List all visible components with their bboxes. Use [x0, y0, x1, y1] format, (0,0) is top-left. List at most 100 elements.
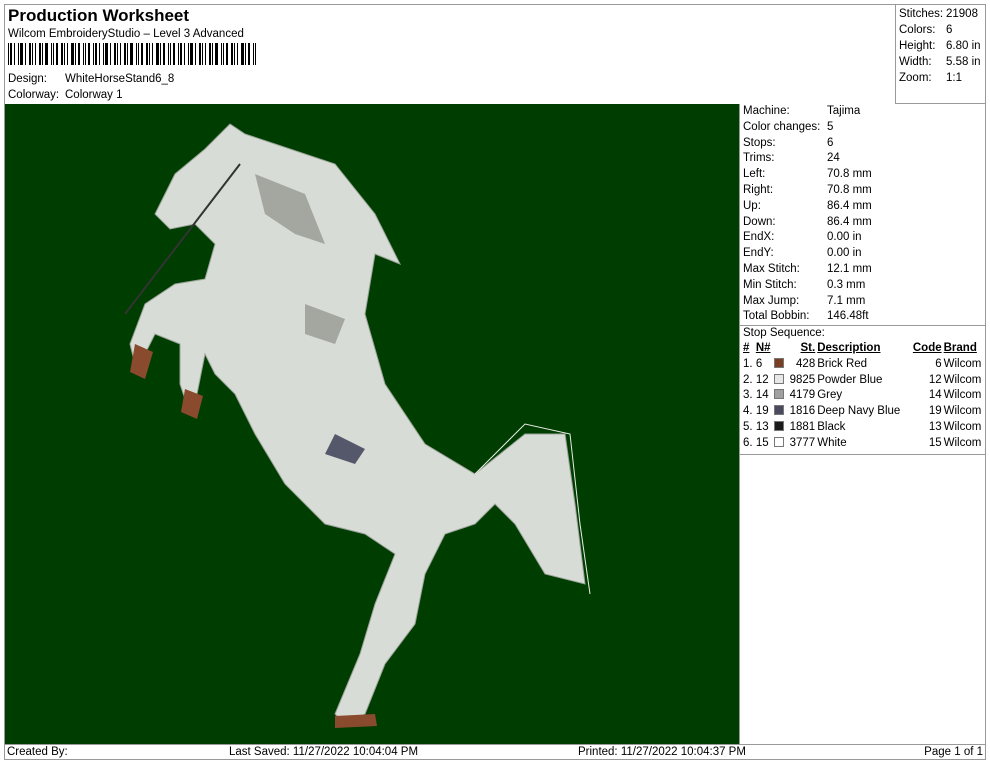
machine-row: Trims: 24 — [740, 151, 986, 167]
machine-label: EndX: — [743, 231, 775, 244]
machine-value: 86.4 mm — [827, 199, 872, 212]
color-swatch — [774, 357, 785, 368]
stat-row: Stitches: 21908 — [899, 6, 986, 22]
stop-num: 4. — [743, 405, 753, 418]
machine-label: Down: — [743, 215, 776, 228]
machine-row: EndY: 0.00 in — [740, 246, 986, 262]
stop-num: 2. — [743, 373, 753, 386]
machine-label: Color changes: — [743, 120, 821, 133]
machine-label: Right: — [743, 183, 774, 196]
col-brand: Brand — [943, 341, 977, 354]
stats-box: Stitches: 21908 Colors: 6 Height: 6.80 in Widt… — [895, 4, 986, 104]
color-description: Black — [817, 420, 846, 433]
color-code: 14 — [928, 389, 942, 402]
color-code: 12 — [928, 373, 942, 386]
thread-brand: Wilcom — [943, 357, 982, 370]
color-code: 15 — [928, 436, 942, 449]
machine-label: Trims: — [743, 152, 775, 165]
barcode — [8, 43, 258, 65]
stitch-count: 428 — [796, 357, 816, 370]
stitch-count: 1881 — [789, 420, 816, 433]
machine-value: 146.48ft — [827, 310, 869, 323]
color-description: White — [817, 436, 847, 449]
machine-label: Max Jump: — [743, 294, 800, 307]
machine-value: 0.00 in — [827, 231, 862, 244]
stop-row: 2. 12 9825 Powder Blue 12 Wilcom — [740, 373, 986, 389]
stat-row: Width: 5.58 in — [899, 54, 986, 70]
machine-label: Total Bobbin: — [743, 310, 810, 323]
machine-label: Max Stitch: — [743, 262, 800, 275]
stat-value: 21908 — [946, 8, 978, 20]
stop-sequence-label: Stop Sequence: — [740, 325, 986, 341]
stat-value: 6 — [946, 24, 953, 36]
stat-label: Zoom: — [899, 72, 932, 84]
stitch-count: 4179 — [789, 389, 816, 402]
machine-row: Max Stitch: 12.1 mm — [740, 262, 986, 278]
stop-row: 6. 15 3777 White 15 Wilcom — [740, 436, 986, 452]
col-code: Code — [912, 341, 942, 354]
machine-value: 6 — [827, 136, 834, 149]
machine-row: Total Bobbin: 146.48ft — [740, 309, 986, 325]
col-n: N# — [755, 341, 771, 354]
col-desc: Description — [817, 341, 881, 354]
col-st: St. — [800, 341, 816, 354]
machine-label: EndY: — [743, 247, 774, 260]
stitch-count: 9825 — [789, 373, 816, 386]
color-swatch — [774, 405, 785, 416]
footer: Created By: Last Saved: 11/27/2022 10:04… — [5, 744, 986, 760]
color-description: Brick Red — [817, 357, 868, 370]
machine-value: 7.1 mm — [827, 294, 866, 307]
machine-label: Min Stitch: — [743, 278, 797, 291]
thread-brand: Wilcom — [943, 405, 982, 418]
printed-date: Printed: 11/27/2022 10:04:37 PM — [578, 746, 746, 758]
machine-value: 0.00 in — [827, 247, 862, 260]
color-swatch — [774, 373, 785, 384]
last-saved: Last Saved: 11/27/2022 10:04:04 PM — [229, 746, 419, 758]
thread-brand: Wilcom — [943, 373, 982, 386]
thread-brand: Wilcom — [943, 436, 982, 449]
stop-num: 1. — [743, 357, 753, 370]
thread-brand: Wilcom — [943, 389, 982, 402]
machine-row: Stops: 6 — [740, 136, 986, 152]
machine-value: 24 — [827, 152, 840, 165]
color-description: Powder Blue — [817, 373, 883, 386]
color-swatch — [774, 389, 785, 400]
stop-sequence-table: # N# St. Description Code Brand 1. 6 428 Br… — [740, 341, 986, 452]
machine-row: Color changes: 5 — [740, 120, 986, 136]
machine-value: Tajima — [827, 105, 861, 117]
needle-number: 19 — [755, 405, 769, 418]
color-swatch — [774, 436, 785, 447]
color-code: 6 — [935, 357, 942, 370]
stat-row: Colors: 6 — [899, 22, 986, 38]
stat-label: Width: — [899, 56, 932, 68]
machine-row: Machine: Tajima — [740, 104, 986, 120]
color-swatch — [774, 420, 785, 431]
machine-info: Machine: Tajima Color changes: 5 Stops: 6 Trim… — [740, 104, 986, 325]
machine-label: Left: — [743, 168, 766, 181]
colorway-name: Colorway 1 — [65, 89, 123, 101]
machine-value: 70.8 mm — [827, 183, 872, 196]
machine-row: Down: 86.4 mm — [740, 215, 986, 231]
machine-row: EndX: 0.00 in — [740, 230, 986, 246]
stat-value: 1:1 — [946, 72, 962, 84]
machine-value: 0.3 mm — [827, 278, 866, 291]
horse-embroidery — [124, 123, 591, 728]
machine-label: Up: — [743, 199, 761, 212]
stat-row: Zoom: 1:1 — [899, 70, 986, 86]
created-by: Created By: — [7, 746, 68, 758]
stop-row: 1. 6 428 Brick Red 6 Wilcom — [740, 357, 986, 373]
stitch-count: 1816 — [789, 405, 816, 418]
thread-brand: Wilcom — [943, 420, 982, 433]
col-swatch — [773, 341, 786, 357]
machine-row: Up: 86.4 mm — [740, 199, 986, 215]
stat-row: Height: 6.80 in — [899, 38, 986, 54]
page-title: Production Worksheet — [8, 6, 190, 25]
stat-label: Colors: — [899, 24, 936, 36]
design-name: WhiteHorseStand6_8 — [65, 73, 175, 85]
colorway-label: Colorway: — [8, 89, 60, 101]
machine-label: Machine: — [743, 105, 790, 117]
stat-label: Stitches: — [899, 8, 944, 20]
machine-row: Right: 70.8 mm — [740, 183, 986, 199]
color-code: 19 — [928, 405, 942, 418]
col-num: # — [743, 341, 750, 354]
